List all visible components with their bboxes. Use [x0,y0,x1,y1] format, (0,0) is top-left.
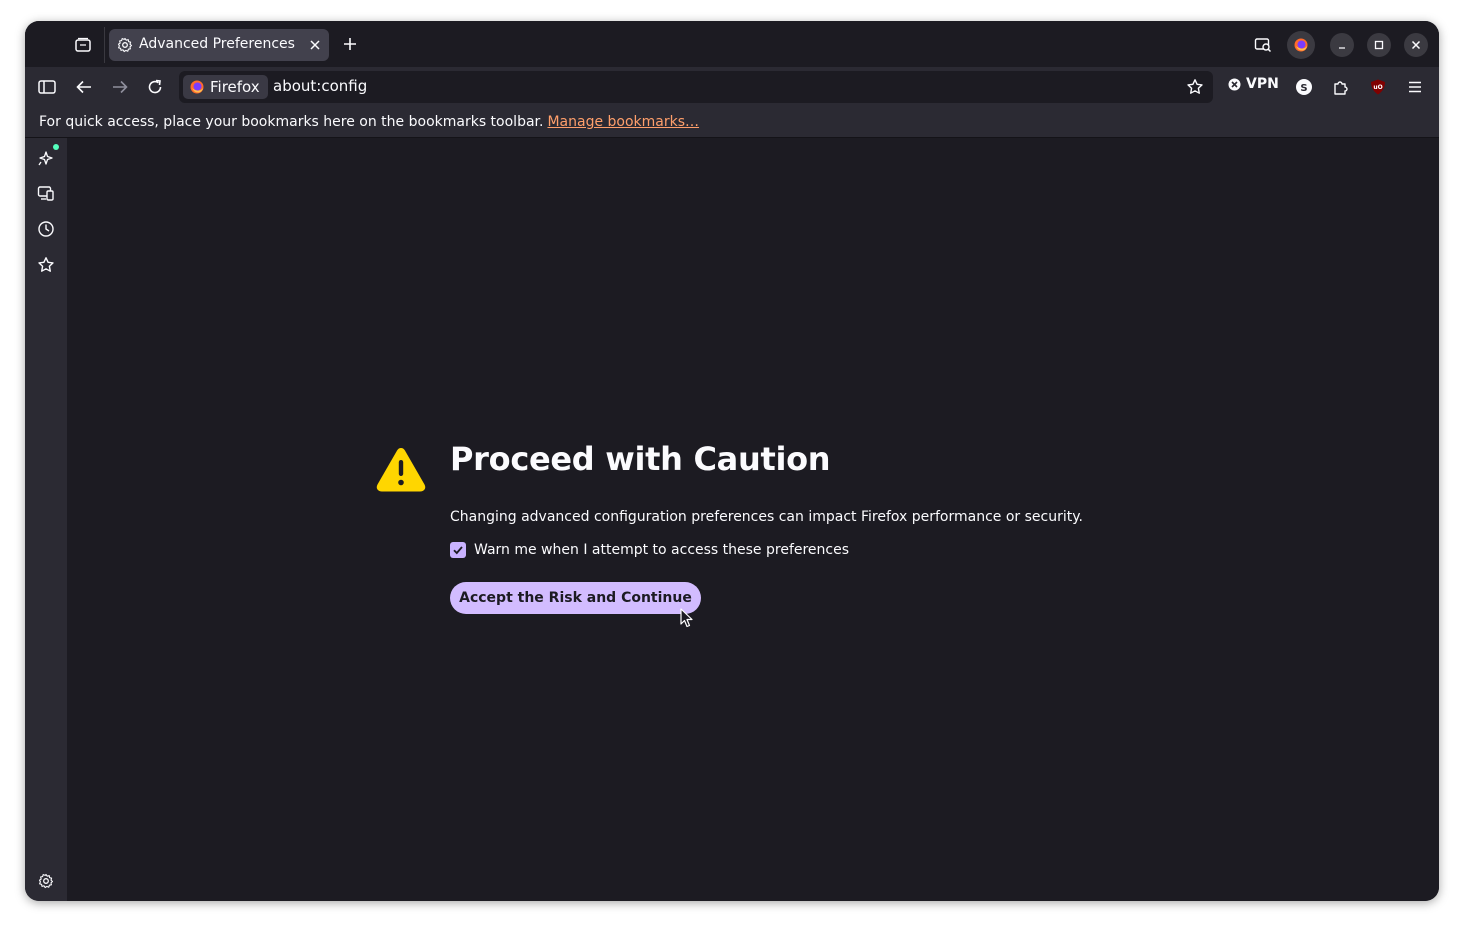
notification-dot [53,144,59,150]
identity-label: Firefox [210,78,260,96]
tab-advanced-preferences[interactable]: Advanced Preferences [109,29,329,61]
manage-bookmarks-link[interactable]: Manage bookmarks… [547,114,699,130]
ublock-icon[interactable]: uO [1366,75,1390,99]
bookmark-star-icon[interactable] [1185,77,1205,97]
sidebar [25,138,67,901]
reload-icon[interactable] [143,75,167,99]
svg-text:S: S [1300,83,1307,94]
hamburger-menu-icon[interactable] [1403,75,1427,99]
sidebar-toggle-icon[interactable] [35,75,59,99]
warning-description: Changing advanced configuration preferen… [450,509,1083,525]
bookmarks-message-text: For quick access, place your bookmarks h… [39,114,544,130]
synced-tabs-icon[interactable] [36,183,56,203]
url-text[interactable]: about:config [273,77,367,95]
tab-title: Advanced Preferences [139,36,295,52]
back-icon[interactable] [72,75,96,99]
tab-strip-divider [104,27,105,63]
firefox-logo-icon [189,79,205,95]
maximize-icon[interactable] [1367,33,1391,57]
warning-icon [375,445,427,493]
bookmarks-empty-message: For quick access, place your bookmarks h… [39,114,699,130]
warn-checkbox-row[interactable]: Warn me when I attempt to access these p… [450,542,849,558]
identity-box[interactable]: Firefox [183,75,268,99]
accept-risk-button[interactable]: Accept the Risk and Continue [450,582,701,614]
url-bar[interactable]: Firefox about:config [179,71,1213,103]
page-content: Proceed with Caution Changing advanced c… [67,138,1439,901]
navigation-toolbar: Firefox about:config VPN S uO [25,67,1439,107]
screenshot-search-icon[interactable] [1251,33,1275,57]
mouse-cursor-icon [680,608,694,628]
firefox-account-icon[interactable] [1287,31,1315,59]
vpn-icon [1228,78,1241,91]
forward-icon[interactable] [108,75,132,99]
warn-checkbox[interactable] [450,542,466,558]
customize-sidebar-icon[interactable] [36,871,56,891]
bookmarks-toolbar: For quick access, place your bookmarks h… [25,107,1439,138]
minimize-icon[interactable] [1330,33,1354,57]
svg-text:uO: uO [1373,84,1382,91]
tab-list-icon[interactable] [71,33,95,57]
close-icon[interactable] [307,37,323,53]
tab-strip: Advanced Preferences [25,21,1439,67]
history-icon[interactable] [36,219,56,239]
browser-window: Advanced Preferences Firefox about:confi… [25,21,1439,901]
bookmarks-icon[interactable] [36,255,56,275]
new-tab-button[interactable] [339,33,361,55]
page-title: Proceed with Caution [450,440,831,478]
extensions-puzzle-icon[interactable] [1329,75,1353,99]
plus-icon [344,38,356,50]
warn-checkbox-label[interactable]: Warn me when I attempt to access these p… [474,542,849,558]
settings-gear-icon [117,37,133,53]
close-window-icon[interactable] [1404,33,1428,57]
vpn-label: VPN [1246,76,1279,92]
checkmark-icon [453,546,463,555]
ai-chatbot-icon[interactable] [36,148,56,168]
s-extension-icon[interactable]: S [1292,75,1316,99]
vpn-button[interactable]: VPN [1228,76,1279,92]
